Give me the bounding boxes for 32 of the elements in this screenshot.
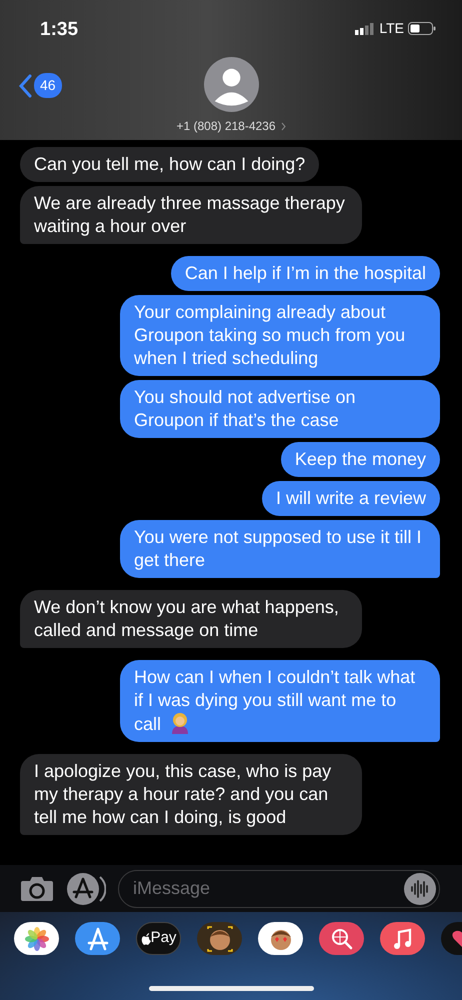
camera-icon[interactable] [20,876,54,902]
app-store-icon[interactable] [75,922,120,955]
network-label: LTE [379,19,404,38]
signal-icon [355,22,376,34]
status-time: 1:35 [40,18,78,42]
sent-message-bubble: You should not advertise on Groupon if that’s the case [120,380,440,438]
sent-message-bubble: I will write a review [262,481,440,516]
message-input-field[interactable]: iMessage [118,870,440,908]
memoji-icon[interactable] [197,922,242,955]
sent-message-bubble: Can I help if I’m in the hospital [170,256,440,291]
web-search-icon[interactable] [319,922,364,955]
sent-message-bubble: You were not supposed to use it till I get there [120,520,440,578]
apple-icon [140,932,151,944]
memoji-stickers-icon[interactable] [258,922,303,955]
sent-message-bubble: Keep the money [280,442,440,477]
received-message-bubble: We are already three massage therapy waiting a hour over [20,186,362,244]
music-note-icon[interactable] [380,922,425,955]
chevron-icon [280,122,286,130]
sent-message-bubble: Your complaining already about Groupon taking so much from you when I tried scheduling [120,295,440,376]
apps-icon[interactable] [66,872,106,906]
pay-app-button[interactable]: Pay [136,922,181,955]
photos-icon[interactable] [14,922,59,955]
received-message-bubble: We don’t know you are what happens, called and message on time [20,590,362,648]
received-message-bubble: Can you tell me, how can I doing? [20,147,320,182]
battery-icon [408,22,436,35]
sent-message-bubble: How can I when I couldn’t talk what if I was dying you still want me to call [120,660,440,742]
received-message-bubble: I apologize you, this case, who is pay my therapy a hour rate? and you can tell me how can I doing, is good [20,754,362,835]
unread-count-badge[interactable]: 46 [34,73,62,98]
contact-avatar-icon[interactable] [204,57,259,112]
contact-number[interactable]: +1 (808) 218-4236 [176,117,276,135]
voice-input-icon[interactable] [404,872,436,904]
back-icon[interactable] [18,74,32,98]
